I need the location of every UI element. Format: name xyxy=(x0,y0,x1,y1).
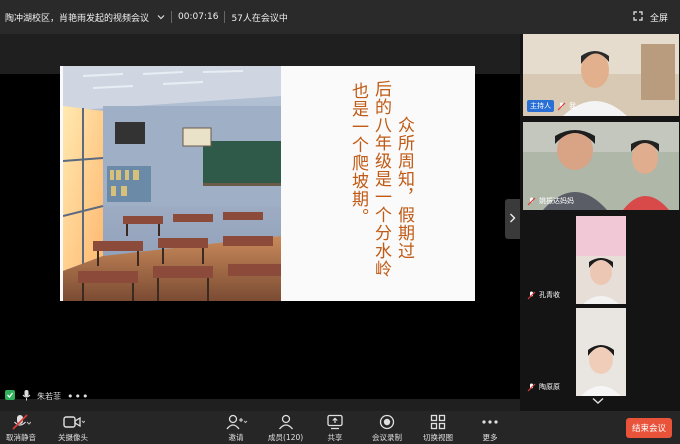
fullscreen-button[interactable]: 全屏 xyxy=(633,11,668,24)
chevron-down-icon[interactable] xyxy=(157,13,165,21)
participant-name: 陶原原 xyxy=(539,383,560,391)
more-icon xyxy=(481,414,499,430)
fullscreen-icon xyxy=(633,11,643,24)
participant-name: 姚振达妈妈 xyxy=(539,197,574,205)
host-badge: 主持人 xyxy=(527,100,554,112)
switch-view-button[interactable]: 切换视图 xyxy=(423,414,453,443)
participant-label: 姚振达妈妈 xyxy=(527,196,574,206)
speaker-name: 朱若菲 xyxy=(37,392,61,401)
view-grid-icon xyxy=(430,414,446,430)
meeting-timer: 00:07:16 xyxy=(178,12,219,22)
invite-button[interactable]: 邀请 xyxy=(224,414,248,443)
more-button[interactable]: 更多 xyxy=(481,414,499,443)
participant-label: 孔青收 xyxy=(527,290,560,300)
invite-label: 邀请 xyxy=(228,433,244,442)
unmute-label: 取消静音 xyxy=(6,433,36,442)
toggle-side-panel-button[interactable] xyxy=(505,199,520,239)
mic-muted-icon xyxy=(557,102,566,111)
more-icon[interactable]: ••• xyxy=(67,390,89,403)
camera-label: 关摄像头 xyxy=(58,433,88,442)
shield-icon xyxy=(4,389,16,404)
slide-line-1: 众所周知，假期过 xyxy=(394,116,414,260)
participants-panel: 主持人 我 姚振达妈妈 孔青收 陶原原 xyxy=(520,34,680,411)
camera-icon xyxy=(61,414,85,430)
divider xyxy=(171,11,173,23)
record-label: 会议录制 xyxy=(372,433,402,442)
chevron-right-icon xyxy=(509,213,516,226)
members-icon xyxy=(277,414,295,430)
active-speaker: 朱若菲 ••• xyxy=(4,389,89,404)
participant-label: 陶原原 xyxy=(527,382,560,392)
participant-label: 主持人 我 xyxy=(527,100,576,112)
divider xyxy=(224,11,226,23)
members-button[interactable]: 成员(120) xyxy=(268,414,303,443)
top-bar: 陶冲湖校区，肖艳雨发起的视频会议 00:07:16 57人在会议中 全屏 xyxy=(0,0,680,34)
share-label: 共享 xyxy=(327,433,343,442)
camera-button[interactable]: 关摄像头 xyxy=(58,414,88,443)
share-button[interactable]: 共享 xyxy=(326,414,344,443)
participant-tile[interactable]: 孔青收 xyxy=(523,216,679,304)
members-label: 成员(120) xyxy=(268,433,304,442)
mic-muted-icon xyxy=(527,291,536,300)
more-label: 更多 xyxy=(482,433,498,442)
mic-muted-icon xyxy=(527,197,536,206)
slide-line-2: 后的八年级是一个分水岭 xyxy=(371,80,391,278)
participant-tile[interactable]: 姚振达妈妈 xyxy=(523,122,679,210)
meeting-toolbar: 取消静音 关摄像头 邀请 成员(120) 共享 会议录制 切换视图 更多 结束会… xyxy=(0,411,680,444)
chevron-down-icon[interactable] xyxy=(592,397,604,408)
mic-muted-icon xyxy=(11,414,31,430)
fullscreen-label: 全屏 xyxy=(649,14,668,24)
mic-muted-icon xyxy=(527,383,536,392)
mic-icon xyxy=(22,389,31,404)
participant-count: 57人在会议中 xyxy=(231,13,288,24)
record-icon xyxy=(378,414,396,430)
participant-name: 孔青收 xyxy=(539,291,560,299)
meeting-title: 陶冲湖校区，肖艳雨发起的视频会议 xyxy=(5,13,150,24)
participant-name: 我 xyxy=(569,102,576,110)
invite-icon xyxy=(224,414,248,430)
presentation-slide: 众所周知，假期过 后的八年级是一个分水岭 也是一个爬坡期。 xyxy=(60,66,475,301)
slide-line-3: 也是一个爬坡期。 xyxy=(348,82,368,226)
switch-view-label: 切换视图 xyxy=(423,433,453,442)
classroom-illustration xyxy=(63,66,281,301)
share-icon xyxy=(326,414,344,430)
unmute-button[interactable]: 取消静音 xyxy=(6,414,36,443)
participant-tile[interactable]: 陶原原 xyxy=(523,308,679,396)
slide-text: 众所周知，假期过 后的八年级是一个分水岭 也是一个爬坡期。 xyxy=(286,66,475,301)
record-button[interactable]: 会议录制 xyxy=(372,414,402,443)
end-meeting-button[interactable]: 结束会议 xyxy=(626,418,672,438)
participant-tile-host[interactable]: 主持人 我 xyxy=(523,34,679,116)
